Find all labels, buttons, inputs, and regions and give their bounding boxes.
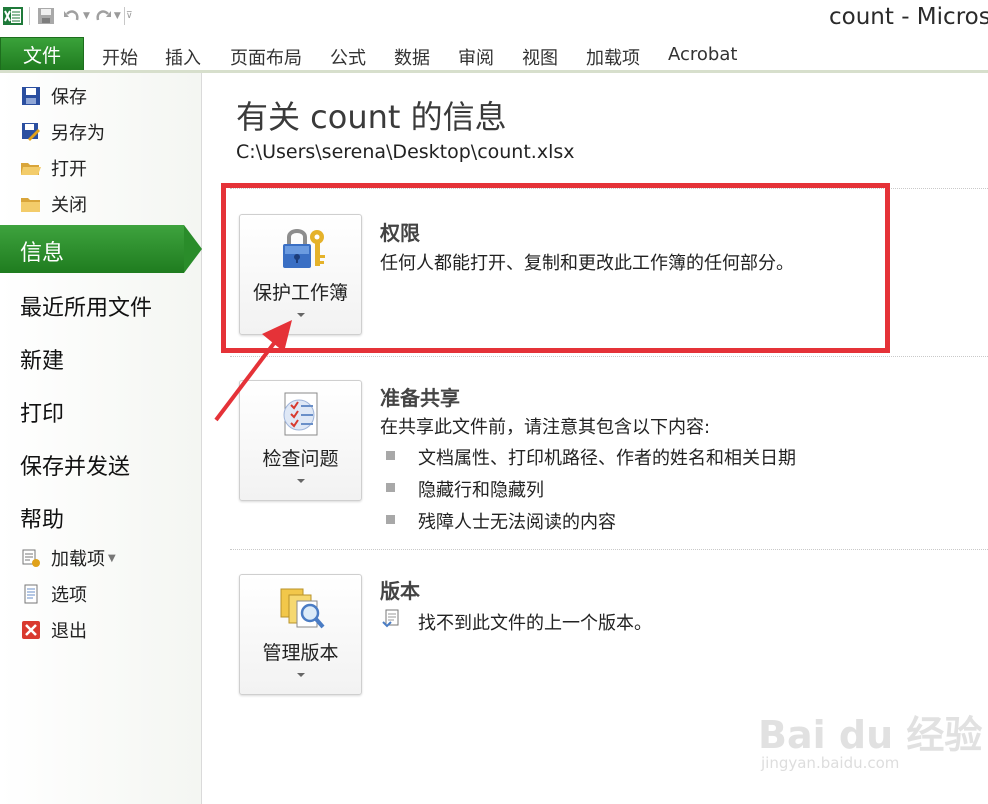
open-folder-icon bbox=[20, 157, 42, 179]
save-as-icon bbox=[20, 121, 42, 143]
tab-addins[interactable]: 加载项 bbox=[586, 44, 640, 70]
nav-addins[interactable]: 加载项 ▼ bbox=[20, 544, 116, 572]
watermark-url: jingyan.baidu.com bbox=[761, 754, 900, 772]
close-folder-icon bbox=[20, 193, 42, 215]
redo-icon[interactable] bbox=[90, 3, 116, 29]
addins-dropdown-icon: ▼ bbox=[108, 552, 116, 564]
options-icon bbox=[20, 583, 42, 605]
nav-open-label: 打开 bbox=[51, 159, 87, 180]
nav-options-label: 选项 bbox=[51, 585, 87, 606]
document-version-icon bbox=[381, 608, 403, 630]
nav-options[interactable]: 选项 bbox=[20, 580, 87, 608]
undo-icon[interactable] bbox=[59, 3, 85, 29]
nav-close[interactable]: 关闭 bbox=[20, 190, 87, 218]
tab-insert[interactable]: 插入 bbox=[165, 44, 201, 70]
nav-print[interactable]: 打印 bbox=[20, 396, 64, 428]
watermark: Bai du 经验 jingyan.baidu.com bbox=[758, 692, 982, 784]
save-icon bbox=[20, 85, 42, 107]
title-bar: ▼ ▼ ⊽ count - Micros bbox=[0, 0, 988, 36]
excel-logo-icon bbox=[0, 3, 26, 29]
page-title: 有关 count 的信息 bbox=[236, 98, 507, 136]
nav-save-as-label: 另存为 bbox=[51, 123, 105, 144]
bullet-marker bbox=[386, 483, 395, 492]
list-item: 隐藏行和隐藏列 bbox=[418, 480, 544, 501]
tab-formulas[interactable]: 公式 bbox=[330, 44, 366, 70]
tab-file[interactable]: 文件 bbox=[0, 37, 84, 72]
list-item: 文档属性、打印机路径、作者的姓名和相关日期 bbox=[418, 448, 796, 469]
exit-icon bbox=[20, 619, 42, 641]
checklist-icon bbox=[277, 389, 327, 439]
nav-exit-label: 退出 bbox=[51, 621, 87, 642]
customize-qat-icon[interactable]: ⊽ bbox=[126, 11, 133, 21]
nav-close-label: 关闭 bbox=[51, 195, 87, 216]
separator bbox=[230, 356, 988, 357]
redo-dropdown-icon[interactable]: ▼ bbox=[114, 11, 121, 21]
check-issues-dropdown-icon bbox=[297, 479, 305, 483]
list-item: 残障人士无法阅读的内容 bbox=[418, 512, 616, 533]
tab-acrobat[interactable]: Acrobat bbox=[668, 44, 737, 65]
manage-versions-button[interactable]: 管理版本 bbox=[239, 574, 362, 695]
tab-data[interactable]: 数据 bbox=[394, 44, 430, 70]
nav-save-send[interactable]: 保存并发送 bbox=[20, 449, 130, 481]
addins-icon bbox=[20, 547, 42, 569]
versions-icon bbox=[277, 583, 327, 633]
bullet-marker bbox=[386, 515, 395, 524]
nav-save[interactable]: 保存 bbox=[20, 82, 87, 110]
bullet-marker bbox=[386, 451, 395, 460]
tab-page-layout[interactable]: 页面布局 bbox=[230, 44, 302, 70]
manage-versions-label: 管理版本 bbox=[262, 642, 339, 664]
separator bbox=[230, 549, 988, 550]
tab-review[interactable]: 审阅 bbox=[458, 44, 494, 70]
prepare-sharing-title: 准备共享 bbox=[380, 386, 460, 410]
versions-title: 版本 bbox=[380, 579, 420, 603]
ribbon-tabs bbox=[0, 36, 988, 72]
nav-selected-arrow bbox=[184, 225, 202, 273]
undo-dropdown-icon[interactable]: ▼ bbox=[83, 11, 90, 21]
nav-addins-label: 加载项 bbox=[51, 549, 105, 570]
window-title: count - Micros bbox=[829, 4, 988, 30]
tab-home[interactable]: 开始 bbox=[102, 44, 138, 70]
nav-save-label: 保存 bbox=[51, 87, 87, 108]
prepare-sharing-description: 在共享此文件前，请注意其包含以下内容: bbox=[380, 417, 711, 438]
nav-help[interactable]: 帮助 bbox=[20, 502, 64, 534]
nav-open[interactable]: 打开 bbox=[20, 154, 87, 182]
backstage-nav bbox=[0, 73, 202, 804]
check-issues-label: 检查问题 bbox=[262, 448, 339, 470]
nav-new[interactable]: 新建 bbox=[20, 343, 64, 375]
nav-exit[interactable]: 退出 bbox=[20, 616, 87, 644]
check-issues-button[interactable]: 检查问题 bbox=[239, 380, 362, 501]
nav-recent[interactable]: 最近所用文件 bbox=[20, 290, 152, 322]
watermark-text: Bai du 经验 bbox=[758, 713, 983, 757]
versions-description: 找不到此文件的上一个版本。 bbox=[418, 613, 652, 634]
tab-view[interactable]: 视图 bbox=[522, 44, 558, 70]
file-path: C:\Users\serena\Desktop\count.xlsx bbox=[236, 141, 575, 163]
quick-access-toolbar: ▼ ▼ ⊽ bbox=[0, 0, 132, 32]
nav-info-label: 信息 bbox=[20, 241, 65, 266]
annotation-highlight-box bbox=[221, 183, 890, 353]
manage-versions-dropdown-icon bbox=[297, 673, 305, 677]
qat-save-icon[interactable] bbox=[33, 3, 59, 29]
nav-save-as[interactable]: 另存为 bbox=[20, 118, 105, 146]
